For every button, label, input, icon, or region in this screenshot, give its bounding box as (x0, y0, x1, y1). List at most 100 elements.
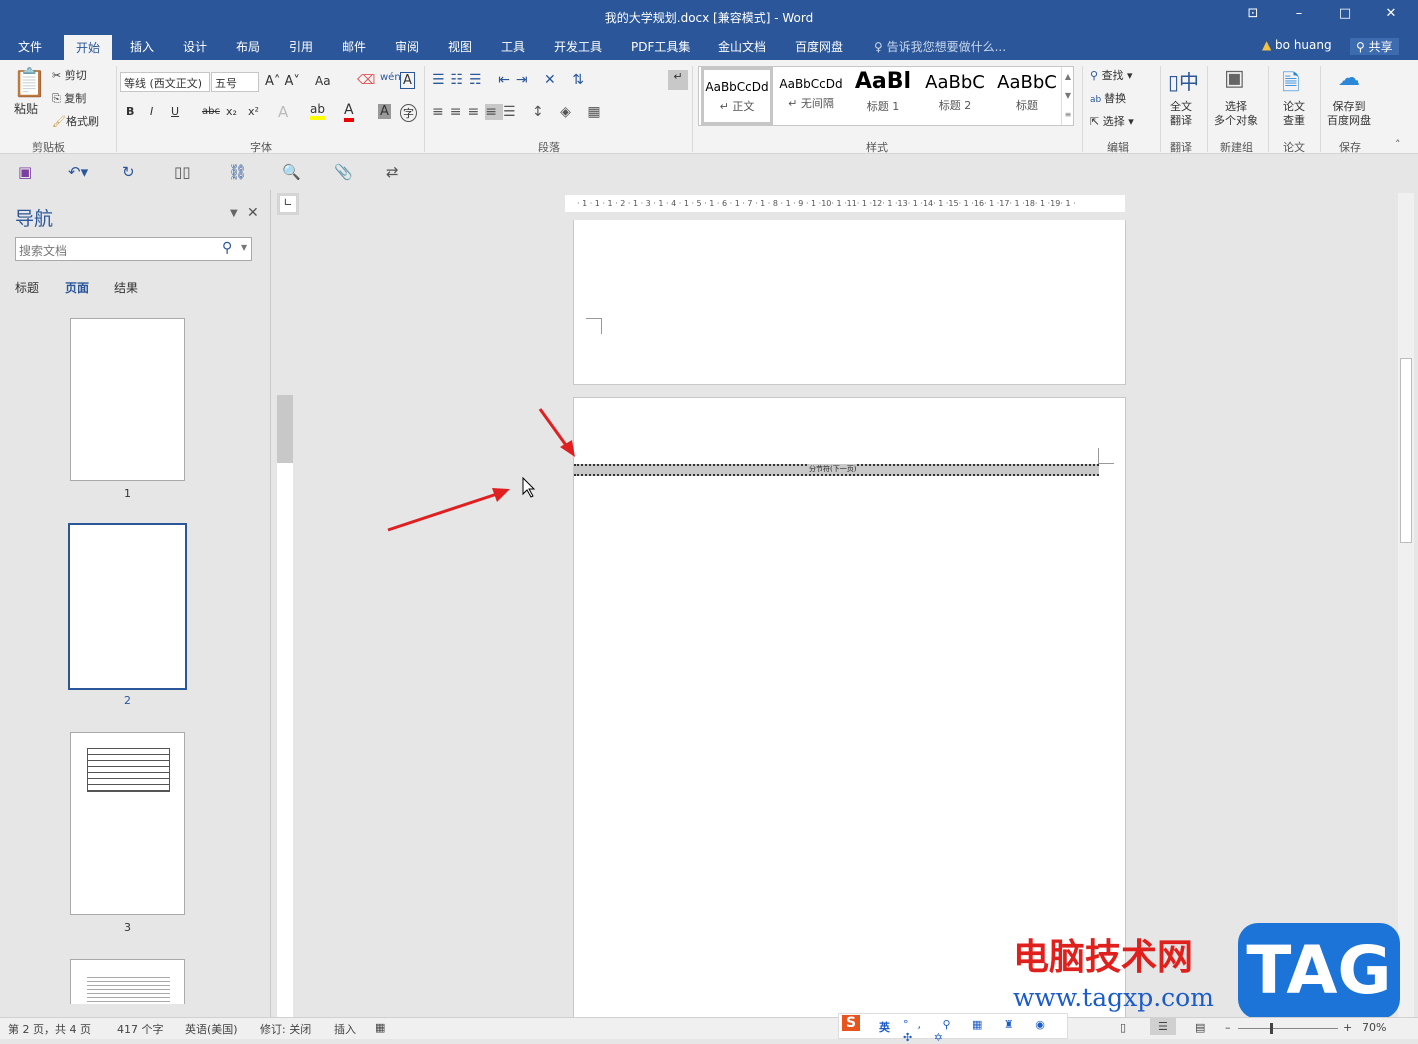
char-border-icon[interactable]: A (400, 72, 415, 89)
track-changes[interactable]: 修订: 关闭 (260, 1021, 311, 1037)
share-button[interactable]: ⚲ 共享 (1350, 38, 1399, 55)
strikethrough-button[interactable]: abc (202, 106, 220, 117)
language[interactable]: 英语(美国) (185, 1021, 238, 1037)
tab-layout[interactable]: 布局 (232, 38, 264, 55)
zoom-level[interactable]: 70% (1362, 1021, 1386, 1034)
macro-icon[interactable]: ▦ (375, 1021, 385, 1034)
vertical-ruler[interactable] (277, 395, 293, 1017)
page-thumbnail[interactable] (70, 959, 185, 1004)
link-icon[interactable]: ⛓ (228, 163, 247, 181)
style-heading-1[interactable]: AaBl 标题 1 (847, 67, 919, 125)
web-layout-icon[interactable]: ▤ (1195, 1021, 1205, 1034)
user-account[interactable]: ▲ bo huang (1258, 38, 1336, 52)
enclose-char-icon[interactable]: 字 (400, 104, 417, 122)
bold-button[interactable]: B (126, 105, 134, 118)
collapse-ribbon-icon[interactable]: ˄ (1395, 138, 1401, 151)
find-button[interactable]: ⚲ 查找 ▾ (1090, 67, 1133, 83)
subscript-button[interactable]: x₂ (226, 105, 237, 118)
close-icon[interactable]: ✕ (247, 205, 259, 221)
style-title[interactable]: AaBbC 标题 (991, 67, 1063, 125)
change-case-button[interactable]: Aa (315, 74, 331, 88)
font-name-select[interactable]: 等线 (西文正文) (120, 72, 210, 92)
tab-kingsoft-docs[interactable]: 金山文档 (714, 38, 770, 55)
zoom-slider[interactable] (1238, 1023, 1338, 1034)
undo-icon[interactable]: ↶▾ (68, 163, 88, 181)
page-count[interactable]: 第 2 页，共 4 页 (8, 1021, 91, 1037)
paper-check-button[interactable]: 论文 查重 (1283, 100, 1305, 128)
tab-mailings[interactable]: 邮件 (338, 38, 370, 55)
show-marks-icon[interactable]: ↵ (668, 70, 688, 90)
tab-view[interactable]: 视图 (444, 38, 476, 55)
font-size-select[interactable]: 五号 (211, 72, 259, 92)
baidu-pan-icon[interactable]: ☁ (1338, 66, 1360, 91)
tab-baidu-pan[interactable]: 百度网盘 (791, 38, 847, 55)
clear-format-icon[interactable]: ⌫ (357, 73, 375, 88)
char-shading-icon[interactable]: A (378, 104, 391, 119)
tab-developer[interactable]: 开发工具 (550, 38, 606, 55)
select-objects-icon[interactable]: ▣ (1224, 66, 1245, 91)
zoom-in-button[interactable]: + (1343, 1021, 1352, 1034)
tab-stop-selector[interactable]: ∟ (277, 193, 299, 215)
cut-button[interactable]: ✂ 剪切 (52, 67, 87, 83)
font-color-icon[interactable]: A (344, 102, 354, 122)
paste-button[interactable]: 粘贴 (14, 100, 38, 117)
text-effect-icon[interactable]: A (278, 103, 288, 121)
tab-review[interactable]: 审阅 (391, 38, 423, 55)
horizontal-ruler[interactable]: · 1 · 1 · 1 · 2 · 1 · 3 · 1 · 4 · 1 · 5 … (565, 195, 1125, 212)
insert-mode[interactable]: 插入 (334, 1021, 356, 1037)
ime-toolbar[interactable]: S 英 °, ⚲ ▦ ♜ ◉ ✣ ✡ (838, 1013, 1068, 1044)
style-no-spacing[interactable]: AaBbCcDd ↵ 无间隔 (775, 67, 847, 125)
tell-me-box[interactable]: ♀ 告诉我您想要做什么... (870, 38, 1010, 55)
maximize-button[interactable]: □ (1333, 6, 1357, 21)
print-layout-icon[interactable]: ☰ (1150, 1018, 1176, 1035)
tab-home[interactable]: 开始 (64, 35, 113, 60)
italic-button[interactable]: I (150, 105, 153, 118)
tab-pdf[interactable]: PDF工具集 (627, 38, 694, 55)
grow-font-icon[interactable]: A˄ A˅ (265, 74, 300, 89)
word-count[interactable]: 417 个字 (117, 1021, 164, 1037)
close-button[interactable]: ✕ (1379, 6, 1403, 21)
vertical-scrollbar[interactable] (1398, 193, 1414, 1017)
phonetic-guide-icon[interactable]: wén (380, 72, 401, 83)
tab-insert[interactable]: 插入 (126, 38, 158, 55)
page-thumbnail-selected[interactable] (68, 523, 187, 690)
save-icon[interactable]: ▣ (18, 163, 32, 181)
minimize-button[interactable]: – (1287, 6, 1311, 21)
tab-file[interactable]: 文件 (14, 38, 46, 55)
select-objects-button[interactable]: 选择 多个对象 (1214, 100, 1258, 128)
tab-results[interactable]: 结果 (114, 279, 138, 296)
tab-tools[interactable]: 工具 (497, 38, 529, 55)
search-input[interactable]: 搜索文档 ⚲ ▼ (15, 237, 252, 261)
attach-icon[interactable]: 📎 (334, 163, 353, 181)
scrollbar-thumb[interactable] (1400, 358, 1412, 543)
ime-lang[interactable]: 英 (879, 1019, 890, 1035)
print-preview-icon[interactable]: 🔍 (282, 163, 301, 181)
save-to-baidu-button[interactable]: 保存到 百度网盘 (1327, 100, 1371, 128)
full-translate-button[interactable]: 全文 翻译 (1170, 100, 1192, 128)
redo-icon[interactable]: ↻ (122, 163, 135, 181)
tab-pages[interactable]: 页面 (65, 279, 89, 296)
copy-button[interactable]: ⎘ 复制 (52, 90, 86, 106)
replace-button[interactable]: ab 替换 (1090, 90, 1126, 106)
superscript-button[interactable]: x² (248, 105, 259, 118)
list-icons[interactable]: ☰☷☴ ⇤⇥ ✕ ⇅ (432, 72, 590, 88)
ime-tool-icons[interactable]: °, ⚲ ▦ ♜ ◉ ✣ ✡ (903, 1018, 1067, 1044)
align-icons[interactable]: ≡≡≡≡☰ ↕ ◈ ▦ (432, 104, 607, 120)
search-icon[interactable]: ⚲ (222, 240, 232, 256)
underline-button[interactable]: U (171, 105, 179, 118)
zoom-slider-handle[interactable] (1270, 1023, 1273, 1034)
page-thumbnail[interactable] (70, 732, 185, 915)
page-thumbnail[interactable] (70, 318, 185, 481)
read-mode-icon[interactable]: ▯ (1120, 1021, 1126, 1034)
tab-headings[interactable]: 标题 (15, 279, 39, 296)
highlight-icon[interactable]: ab (310, 102, 325, 120)
zoom-out-button[interactable]: – (1225, 1021, 1231, 1034)
tab-references[interactable]: 引用 (285, 38, 317, 55)
ribbon-display-icon[interactable]: ⊡ (1241, 6, 1265, 21)
nav-options-icon[interactable]: ▼ (230, 208, 238, 219)
insert-doc-icon[interactable]: ⇄ (386, 163, 399, 181)
paper-check-icon[interactable]: 🗎 (1282, 66, 1300, 104)
chevron-down-icon[interactable]: ▼ (241, 243, 247, 252)
translate-icon[interactable]: ▯中 (1168, 66, 1199, 95)
style-normal[interactable]: AaBbCcDd ↵ 正文 (701, 67, 773, 125)
